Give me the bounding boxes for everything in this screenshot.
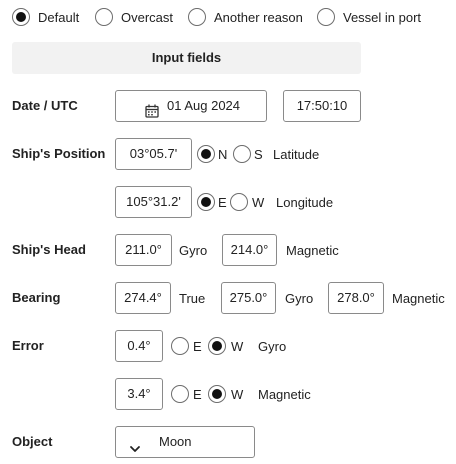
mode-label-default: Default <box>38 10 80 25</box>
error-gyro-radio-e[interactable] <box>171 337 189 355</box>
bearing-magnetic-field[interactable]: 278.0° <box>328 282 384 314</box>
longitude-caption: Longitude <box>276 195 334 210</box>
date-field[interactable]: 01 Aug 2024 <box>115 90 267 122</box>
lat-radio-n[interactable] <box>197 145 215 163</box>
bearing-magnetic-caption: Magnetic <box>392 291 445 306</box>
error-magnetic-caption: Magnetic <box>258 387 311 402</box>
error-magnetic-radio-w[interactable] <box>208 385 226 403</box>
bearing-gyro-caption: Gyro <box>285 291 314 306</box>
latitude-field[interactable]: 03°05.7' <box>115 138 192 170</box>
error-gyro-radio-w[interactable] <box>208 337 226 355</box>
ships-position-label: Ship's Position <box>12 146 106 161</box>
mode-radio-another-reason[interactable] <box>188 8 206 26</box>
ships-head-gyro-field[interactable]: 211.0° <box>115 234 172 266</box>
time-field[interactable]: 17:50:10 <box>283 90 361 122</box>
mode-label-another-reason: Another reason <box>214 10 303 25</box>
error-gyro-field[interactable]: 0.4° <box>115 330 163 362</box>
lon-label-w: W <box>252 195 265 210</box>
ships-head-magnetic-field[interactable]: 214.0° <box>222 234 277 266</box>
error-gyro-label-w: W <box>231 339 244 354</box>
latitude-caption: Latitude <box>273 147 320 162</box>
mode-radio-vessel-in-port[interactable] <box>317 8 335 26</box>
lat-label-n: N <box>218 147 228 162</box>
lon-radio-w[interactable] <box>230 193 248 211</box>
ships-head-label: Ship's Head <box>12 242 86 257</box>
mode-label-overcast: Overcast <box>121 10 174 25</box>
mode-label-vessel-in-port: Vessel in port <box>343 10 422 25</box>
error-magnetic-label-w: W <box>231 387 244 402</box>
longitude-field[interactable]: 105°31.2' <box>115 186 192 218</box>
error-magnetic-field[interactable]: 3.4° <box>115 378 163 410</box>
bearing-gyro-field[interactable]: 275.0° <box>221 282 276 314</box>
date-utc-label: Date / UTC <box>12 98 78 113</box>
object-label: Object <box>12 434 53 449</box>
error-label: Error <box>12 338 44 353</box>
date-value: 01 Aug 2024 <box>167 98 241 113</box>
lon-label-e: E <box>218 195 227 210</box>
mode-radio-default[interactable] <box>12 8 30 26</box>
bearing-true-field[interactable]: 274.4° <box>115 282 171 314</box>
calendar-icon <box>145 99 159 118</box>
lat-radio-s[interactable] <box>233 145 251 163</box>
lat-label-s: S <box>254 147 263 162</box>
error-gyro-caption: Gyro <box>258 339 287 354</box>
object-select[interactable]: Moon <box>115 426 255 458</box>
input-fields-header: Input fields <box>12 42 361 74</box>
error-magnetic-radio-e[interactable] <box>171 385 189 403</box>
mode-radio-overcast[interactable] <box>95 8 113 26</box>
bearing-label: Bearing <box>12 290 61 305</box>
chevron-down-icon <box>129 436 141 452</box>
lon-radio-e[interactable] <box>197 193 215 211</box>
ships-head-magnetic-caption: Magnetic <box>286 243 339 258</box>
ships-head-gyro-caption: Gyro <box>179 243 208 258</box>
bearing-true-caption: True <box>179 291 206 306</box>
error-gyro-label-e: E <box>193 339 202 354</box>
object-value: Moon <box>159 434 192 449</box>
error-magnetic-label-e: E <box>193 387 202 402</box>
